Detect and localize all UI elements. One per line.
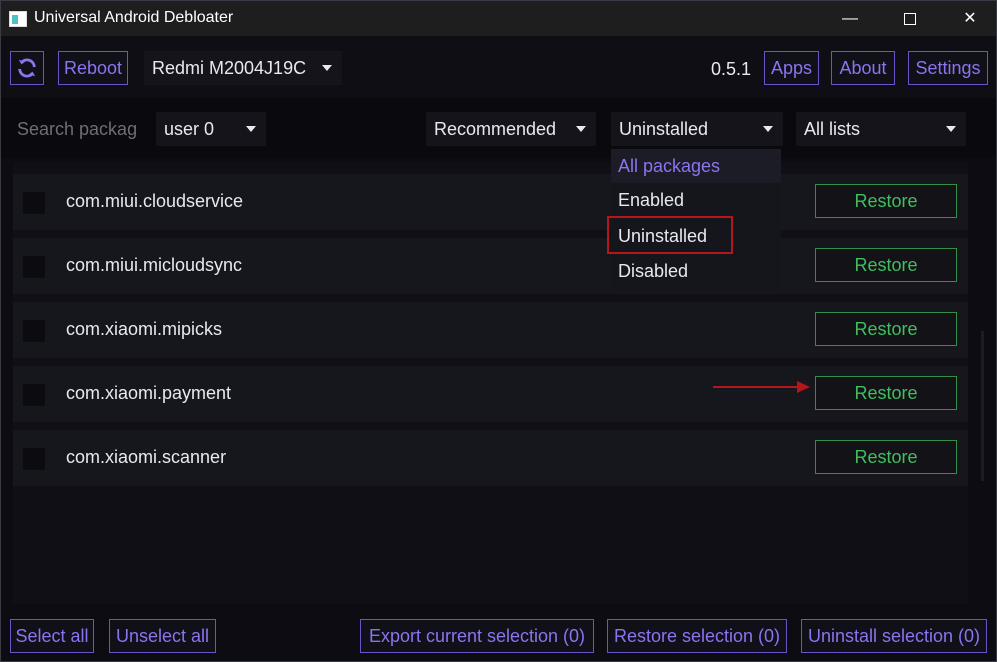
refresh-button[interactable]: [10, 51, 44, 85]
chevron-down-icon: [322, 65, 332, 71]
dropdown-option-enabled[interactable]: Enabled: [611, 183, 781, 217]
select-all-button[interactable]: Select all: [10, 619, 94, 653]
package-name: com.xiaomi.payment: [66, 383, 232, 403]
maximize-icon: [904, 12, 916, 25]
list-item: com.xiaomi.scanner Restore: [13, 430, 968, 486]
restore-button[interactable]: Restore: [815, 376, 957, 410]
filter-bar: user 0 Recommended Uninstalled All lists: [1, 98, 996, 158]
version-label: 0.5.1: [711, 59, 752, 79]
restore-button[interactable]: Restore: [815, 248, 957, 282]
package-checkbox[interactable]: [23, 256, 45, 278]
recommendation-select[interactable]: Recommended: [426, 112, 596, 146]
chevron-down-icon: [246, 126, 256, 132]
restore-button[interactable]: Restore: [815, 440, 957, 474]
scrollbar[interactable]: [981, 331, 984, 481]
maximize-button[interactable]: [887, 1, 933, 36]
annotation-highlight-box: [607, 216, 733, 254]
user-select[interactable]: user 0: [156, 112, 266, 146]
package-name: com.miui.micloudsync: [66, 255, 243, 275]
package-checkbox[interactable]: [23, 192, 45, 214]
unselect-all-button[interactable]: Unselect all: [109, 619, 216, 653]
export-selection-button[interactable]: Export current selection (0): [360, 619, 594, 653]
reboot-button[interactable]: Reboot: [58, 51, 128, 85]
package-name: com.xiaomi.scanner: [66, 447, 227, 467]
settings-button[interactable]: Settings: [908, 51, 988, 85]
device-select[interactable]: Redmi M2004J19C: [144, 51, 342, 85]
package-checkbox[interactable]: [23, 384, 45, 406]
package-name: com.xiaomi.mipicks: [66, 319, 223, 339]
lists-select-value: All lists: [804, 119, 861, 139]
close-button[interactable]: ✕: [947, 1, 993, 36]
package-list[interactable]: com.miui.cloudservice Restore com.miui.m…: [13, 162, 968, 604]
restore-button[interactable]: Restore: [815, 312, 957, 346]
package-name: com.miui.cloudservice: [66, 191, 244, 211]
apps-button[interactable]: Apps: [764, 51, 819, 85]
list-item: com.xiaomi.payment Restore: [13, 366, 968, 422]
restore-button[interactable]: Restore: [815, 184, 957, 218]
state-select-value: Uninstalled: [619, 119, 709, 139]
restore-selection-button[interactable]: Restore selection (0): [607, 619, 787, 653]
refresh-icon: [18, 58, 36, 78]
state-select[interactable]: Uninstalled: [611, 112, 783, 146]
app-icon: [9, 11, 27, 27]
annotation-arrow-icon: [713, 381, 810, 393]
uninstall-selection-button[interactable]: Uninstall selection (0): [801, 619, 987, 653]
package-checkbox[interactable]: [23, 320, 45, 342]
title-bar: Universal Android Debloater — ✕: [1, 1, 996, 36]
chevron-down-icon: [946, 126, 956, 132]
search-input[interactable]: [9, 112, 139, 146]
dropdown-option-disabled[interactable]: Disabled: [611, 254, 781, 288]
package-checkbox[interactable]: [23, 448, 45, 470]
chevron-down-icon: [763, 126, 773, 132]
user-select-value: user 0: [164, 119, 215, 139]
minimize-button[interactable]: —: [827, 1, 873, 36]
lists-select[interactable]: All lists: [796, 112, 966, 146]
about-button[interactable]: About: [831, 51, 895, 85]
app-window: Universal Android Debloater — ✕ Reboot R…: [0, 0, 997, 662]
list-item: com.xiaomi.mipicks Restore: [13, 302, 968, 358]
dropdown-option-all-packages[interactable]: All packages: [611, 149, 781, 183]
bottom-action-bar: Select all Unselect all Export current s…: [1, 606, 996, 661]
list-item: com.miui.micloudsync Restore: [13, 238, 968, 294]
toolbar: Reboot Redmi M2004J19C 0.5.1 Apps About …: [1, 37, 996, 97]
recommendation-select-value: Recommended: [434, 119, 557, 139]
window-title: Universal Android Debloater: [34, 9, 234, 26]
chevron-down-icon: [576, 126, 586, 132]
device-name: Redmi M2004J19C: [152, 58, 307, 78]
list-item: com.miui.cloudservice Restore: [13, 174, 968, 230]
